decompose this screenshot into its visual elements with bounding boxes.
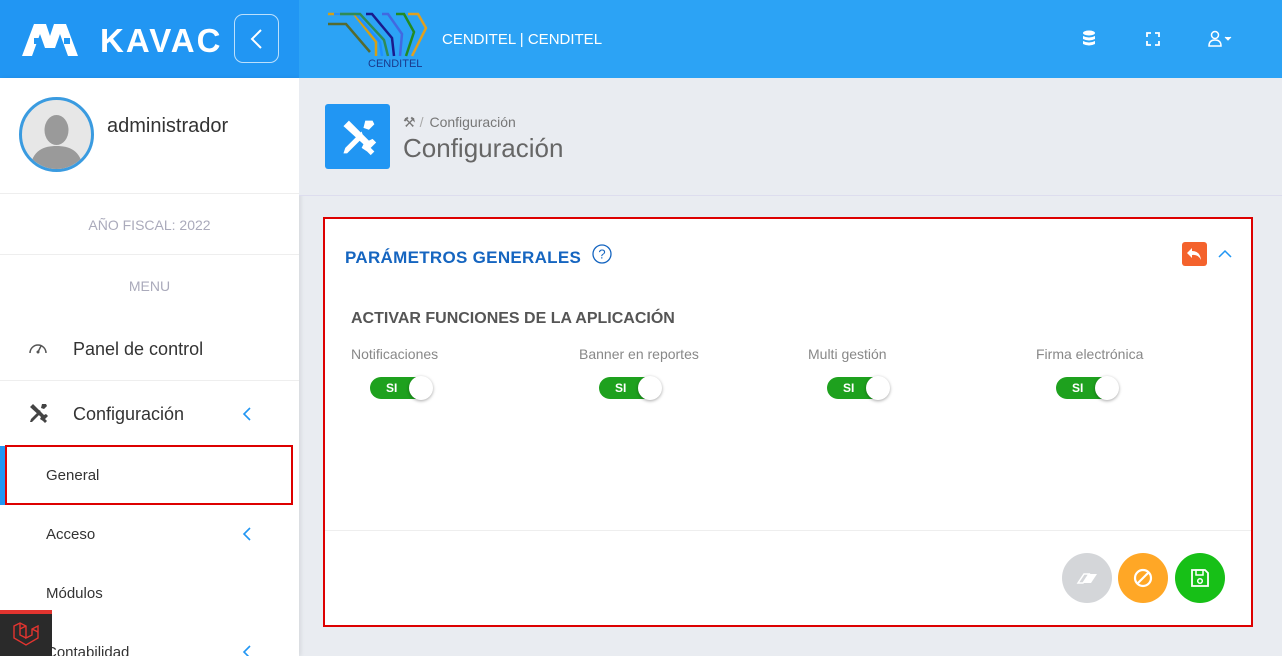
organization-name: CENDITEL | CENDITEL xyxy=(442,31,603,48)
user-panel: administrador xyxy=(0,78,299,194)
top-navbar: CENDITEL CENDITEL | CENDITEL xyxy=(299,0,1282,78)
clear-button[interactable] xyxy=(1062,553,1112,603)
fullscreen-icon[interactable] xyxy=(1143,29,1163,49)
switch-label-multi-gestion: Multi gestión xyxy=(808,346,887,362)
save-button[interactable] xyxy=(1175,553,1225,603)
kavac-logo-icon xyxy=(22,24,78,56)
sidebar-toggle-button[interactable] xyxy=(234,14,279,63)
laravel-icon xyxy=(13,622,39,646)
sidebar-item-panel-de-control[interactable]: Panel de control xyxy=(0,318,299,378)
menu-title: MENU xyxy=(128,278,171,294)
user-menu-icon[interactable] xyxy=(1207,29,1233,49)
database-icon[interactable] xyxy=(1079,29,1099,49)
breadcrumb-item: Configuración xyxy=(429,114,516,130)
help-icon[interactable]: ? xyxy=(592,244,612,264)
switch-knob xyxy=(638,376,662,400)
switch-label-firma: Firma electrónica xyxy=(1036,346,1144,362)
switch-knob xyxy=(1095,376,1119,400)
brand-bar: KAVAC xyxy=(0,0,299,78)
sidebar-item-label: Configuración xyxy=(73,404,185,424)
switch-state-label: SI xyxy=(386,381,398,395)
switch-state-label: SI xyxy=(1072,381,1084,395)
cancel-button[interactable] xyxy=(1118,553,1168,603)
reply-icon xyxy=(1187,248,1201,260)
divider xyxy=(0,380,299,381)
user-name: administrador xyxy=(107,115,229,137)
brand-name: KAVAC xyxy=(100,22,223,59)
cenditel-logo-icon: CENDITEL xyxy=(328,12,428,68)
sidebar: administrador AÑO FISCAL: 2022 MENU Pane… xyxy=(0,78,299,656)
fiscal-year: AÑO FISCAL: 2022 xyxy=(0,195,299,255)
eraser-icon xyxy=(1076,573,1097,584)
dashboard-icon xyxy=(29,344,47,354)
cenditel-logo-caption: CENDITEL xyxy=(368,58,422,68)
sidebar-subitem-acceso[interactable]: Acceso xyxy=(0,505,299,564)
breadcrumb: ⚒ / Configuración xyxy=(403,114,516,130)
sidebar-subitem-label: Acceso xyxy=(46,526,96,543)
sidebar-subitem-label: Contabilidad xyxy=(46,644,130,656)
switch-label-notificaciones: Notificaciones xyxy=(351,346,439,362)
save-icon xyxy=(1191,569,1209,587)
back-button[interactable] xyxy=(1182,242,1207,266)
chevron-up-icon[interactable] xyxy=(1217,249,1233,259)
card-title: PARÁMETROS GENERALES xyxy=(345,248,582,267)
section-title: ACTIVAR FUNCIONES DE LA APLICACIÓN xyxy=(351,310,675,327)
highlight-box xyxy=(5,445,293,505)
avatar[interactable] xyxy=(19,97,94,172)
card-footer-divider xyxy=(325,530,1251,531)
toggle-banner-en-reportes[interactable]: SI xyxy=(599,376,662,400)
page-icon xyxy=(325,104,390,169)
switch-state-label: SI xyxy=(843,381,855,395)
chevron-left-icon xyxy=(242,527,251,541)
toggle-notificaciones[interactable]: SI xyxy=(370,376,433,400)
chevron-left-icon xyxy=(242,645,251,656)
sidebar-item-configuracion[interactable]: Configuración xyxy=(0,383,299,443)
general-parameters-card: PARÁMETROS GENERALES ? ACTIVAR FUNCIONES… xyxy=(323,217,1253,627)
breadcrumb-home-icon[interactable]: ⚒ xyxy=(403,114,416,130)
toggle-firma-electronica[interactable]: SI xyxy=(1056,376,1119,400)
ban-icon xyxy=(1133,568,1153,588)
tools-icon xyxy=(343,120,377,156)
switch-state-label: SI xyxy=(615,381,627,395)
user-avatar-icon xyxy=(30,115,83,169)
chevron-left-icon xyxy=(250,29,262,49)
page-title: Configuración xyxy=(403,133,564,163)
laravel-debug-badge[interactable] xyxy=(0,610,52,656)
sidebar-subitem-label: Módulos xyxy=(46,585,103,602)
sidebar-item-label: Panel de control xyxy=(73,339,204,359)
chevron-left-icon xyxy=(242,407,251,421)
switch-label-banner: Banner en reportes xyxy=(579,346,699,362)
switch-knob xyxy=(409,376,433,400)
switch-knob xyxy=(866,376,890,400)
svg-text:?: ? xyxy=(598,247,605,262)
toggle-multi-gestion[interactable]: SI xyxy=(827,376,890,400)
page-header: ⚒ / Configuración Configuración xyxy=(299,78,1282,196)
tools-icon xyxy=(30,404,48,423)
